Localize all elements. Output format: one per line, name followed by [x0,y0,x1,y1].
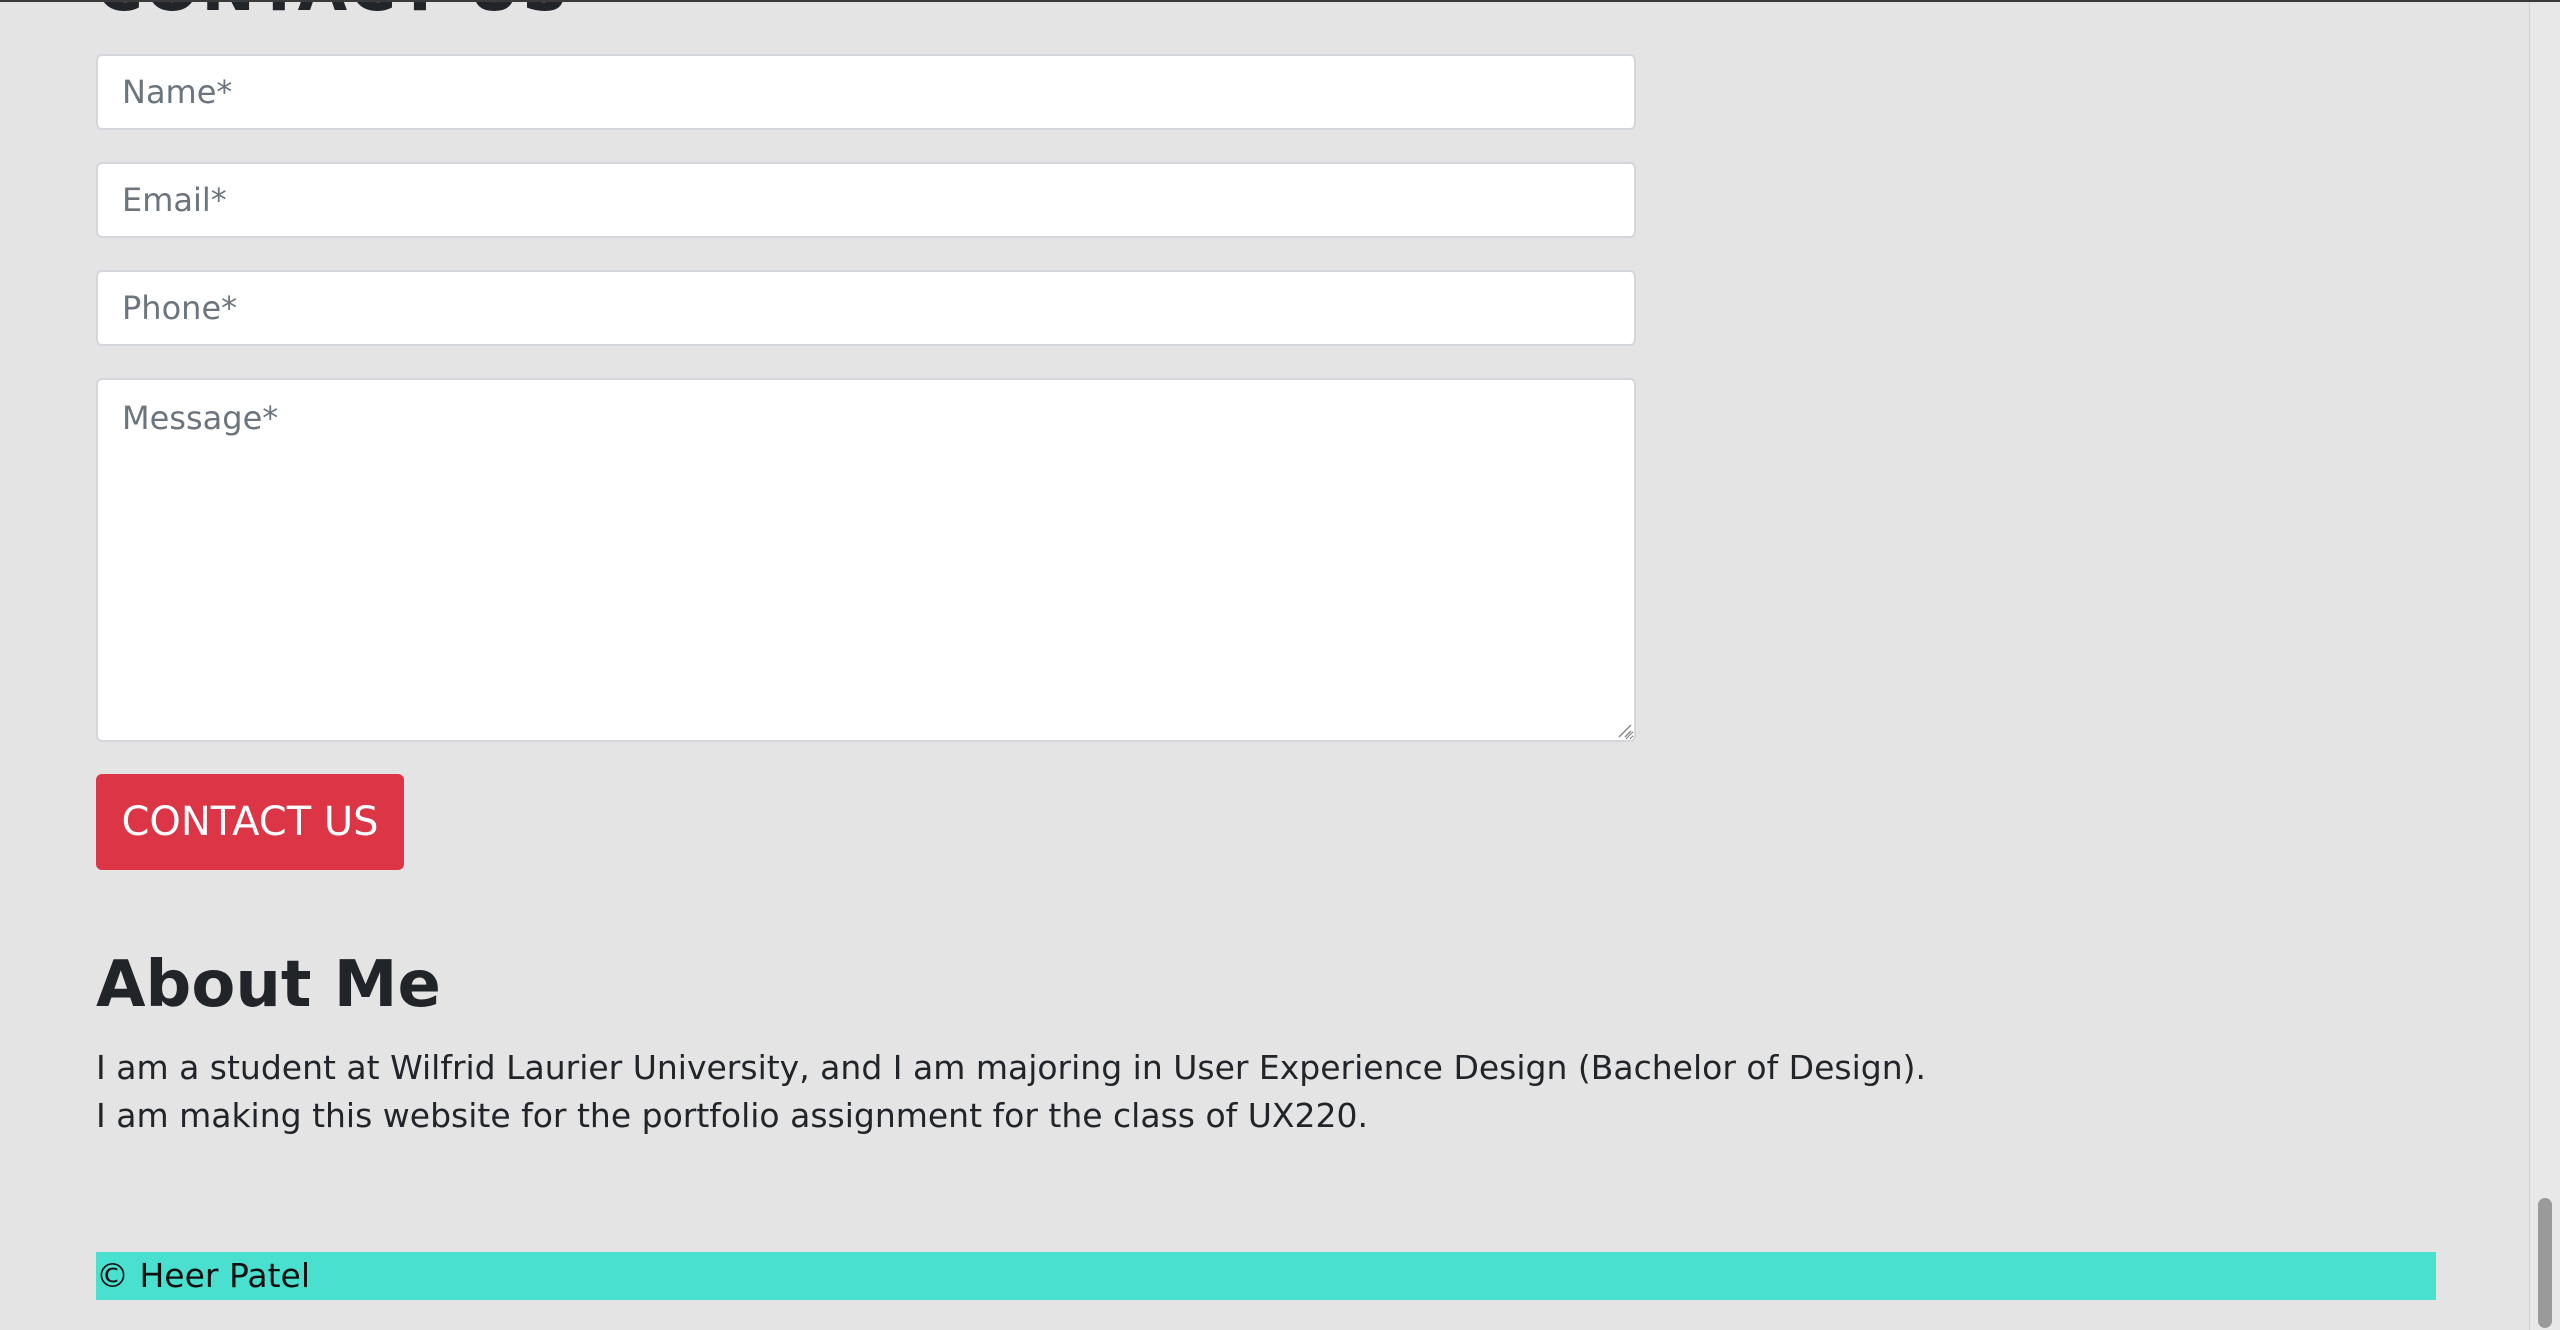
about-heading: About Me [96,948,441,1022]
about-paragraph: I am a student at Wilfrid Laurier Univer… [96,1044,1926,1140]
vertical-scrollbar[interactable] [2529,2,2560,1330]
footer: © Heer Patel [96,1252,2436,1300]
about-line-2: I am making this website for the portfol… [96,1096,1368,1135]
browser-viewport: CONTACT US CONTACT US About Me I am a st… [0,0,2560,1330]
name-field[interactable] [96,54,1636,130]
contact-heading: CONTACT US [96,2,570,26]
message-field[interactable] [96,378,1636,742]
scrollbar-thumb[interactable] [2538,1198,2552,1328]
contact-submit-button[interactable]: CONTACT US [96,774,404,870]
phone-field[interactable] [96,270,1636,346]
footer-copyright: © Heer Patel [96,1256,311,1295]
email-field[interactable] [96,162,1636,238]
about-line-1: I am a student at Wilfrid Laurier Univer… [96,1048,1926,1087]
